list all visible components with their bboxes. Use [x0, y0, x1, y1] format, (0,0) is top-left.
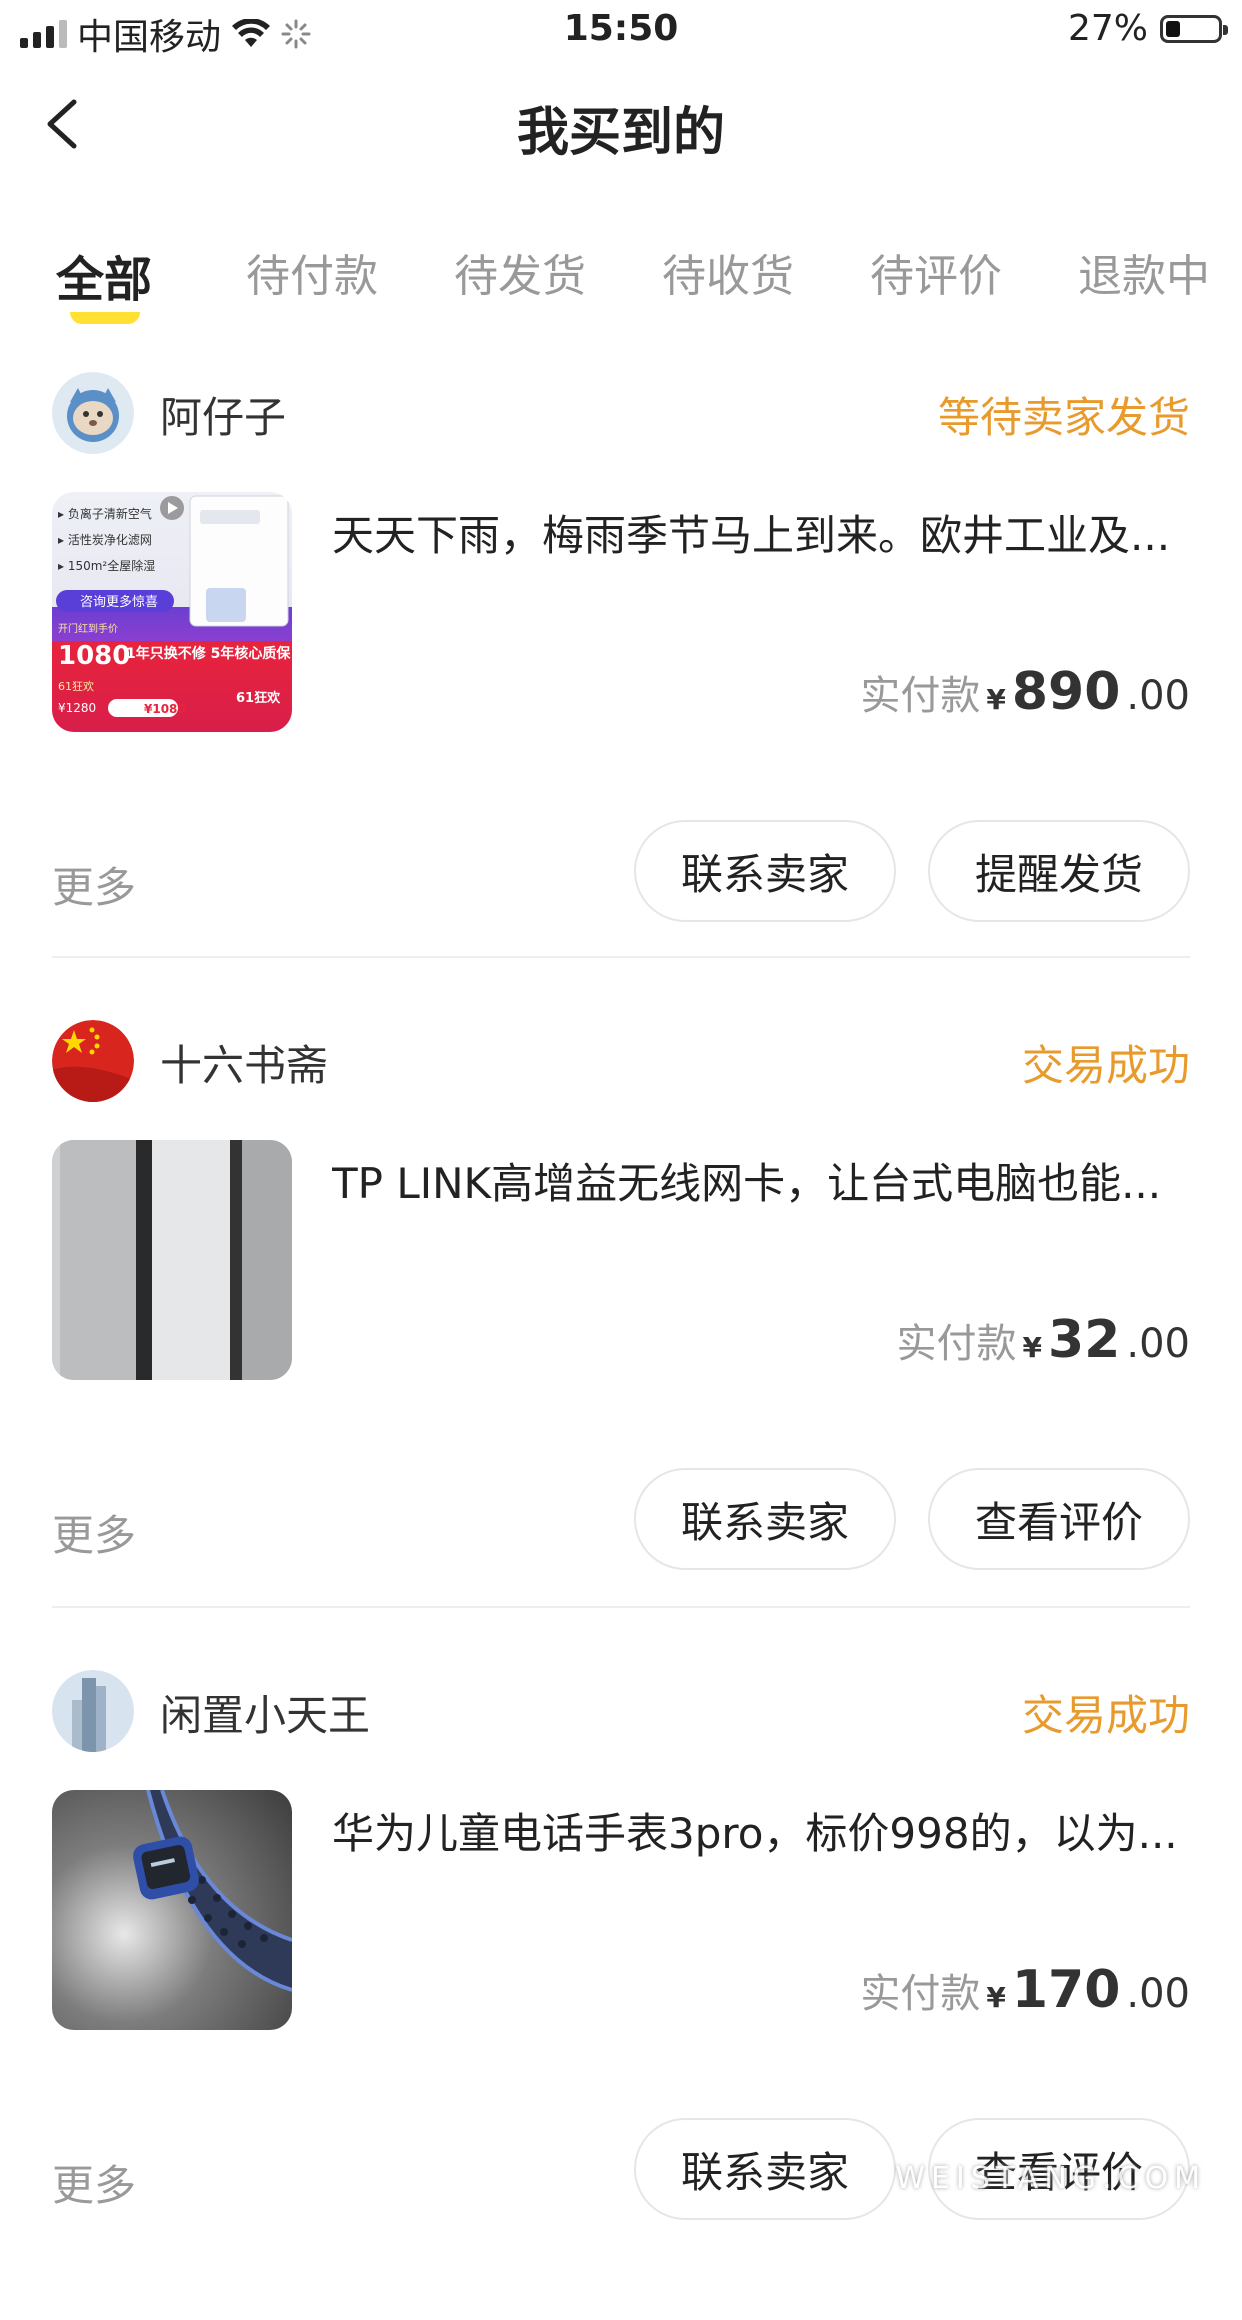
tab-pending-shipment[interactable]: 待发货: [454, 240, 586, 304]
price-integer: 890: [1011, 662, 1121, 722]
currency-symbol: ¥: [986, 1981, 1006, 2014]
currency-symbol: ¥: [1022, 1331, 1042, 1364]
seller-name[interactable]: 十六书斋: [160, 1032, 328, 1093]
more-button[interactable]: 更多: [52, 854, 136, 915]
divider: [52, 956, 1190, 958]
svg-text:咨询更多惊喜: 咨询更多惊喜: [80, 594, 158, 610]
price-label: 实付款: [860, 673, 981, 719]
tab-pending-review[interactable]: 待评价: [870, 240, 1002, 304]
seller-name[interactable]: 阿仔子: [160, 384, 286, 445]
svg-text:¥1080: ¥1080: [144, 702, 186, 716]
battery-icon: [1160, 14, 1228, 43]
svg-text:▸ 活性炭净化滤网: ▸ 活性炭净化滤网: [58, 533, 152, 547]
status-right: 27%: [1067, 8, 1228, 49]
order-card[interactable]: 阿仔子 等待卖家发货 ▸ 负离子清新空气 ▸ 活性炭净化滤网 ▸ 150m²全屋…: [0, 372, 1242, 1022]
product-title[interactable]: TP LINK高增益无线网卡，让台式电脑也能...: [332, 1150, 1188, 1211]
svg-text:▸ 150m²全屋除湿: ▸ 150m²全屋除湿: [58, 558, 155, 573]
product-thumbnail[interactable]: [52, 1140, 292, 1380]
order-status: 交易成功: [1021, 1041, 1190, 1090]
product-title[interactable]: 天天下雨，梅雨季节马上到来。欧井工业及...: [332, 502, 1188, 563]
price: 实付款 ¥ 890 .00: [860, 662, 1190, 722]
svg-text:▸ 负离子清新空气: ▸ 负离子清新空气: [58, 506, 152, 521]
svg-text:1年只换不修 5年核心质保: 1年只换不修 5年核心质保: [126, 645, 291, 662]
order-status: 交易成功: [1021, 1691, 1190, 1740]
watermark: WEISTANG.COM: [895, 2161, 1206, 2196]
seller-name[interactable]: 闲置小天王: [160, 1682, 370, 1743]
price-label: 实付款: [860, 1971, 981, 2017]
page-title: 我买到的: [516, 103, 725, 163]
svg-text:¥1280: ¥1280: [58, 701, 96, 715]
status-bar: 中国移动 15:50 27%: [0, 0, 1242, 62]
product-thumbnail[interactable]: [52, 1790, 292, 2030]
contact-seller-button[interactable]: 联系卖家: [634, 820, 896, 922]
seller-avatar[interactable]: [52, 372, 134, 454]
svg-text:61狂欢: 61狂欢: [236, 690, 281, 706]
clock: 15:50: [563, 8, 679, 49]
order-tabs: 全部 待付款 待发货 待收货 待评价 退款中: [0, 240, 1242, 350]
more-button[interactable]: 更多: [52, 2152, 136, 2213]
tab-pending-payment[interactable]: 待付款: [246, 240, 378, 304]
nav-bar: 我买到的: [0, 62, 1242, 192]
contact-seller-button[interactable]: 联系卖家: [634, 2118, 896, 2220]
tab-all[interactable]: 全部: [56, 240, 152, 310]
order-card[interactable]: 闲置小天王 交易成功 华为儿童电话手表3pro，标价998的，以为... 实付款…: [0, 1670, 1242, 2320]
tab-refunding[interactable]: 退款中: [1078, 240, 1210, 304]
price-decimal: .00: [1126, 1971, 1190, 2017]
price: 实付款 ¥ 170 .00: [860, 1960, 1190, 2020]
active-tab-indicator: [70, 312, 140, 324]
currency-symbol: ¥: [986, 683, 1006, 716]
remind-shipment-button[interactable]: 提醒发货: [928, 820, 1190, 922]
svg-text:开门红到手价: 开门红到手价: [58, 622, 118, 635]
order-card[interactable]: 十六书斋 交易成功 TP LINK高增益无线网卡，让台式电脑也能... 实付款 …: [0, 1020, 1242, 1670]
price: 实付款 ¥ 32 .00: [897, 1310, 1190, 1370]
more-button[interactable]: 更多: [52, 1502, 136, 1563]
view-review-button[interactable]: 查看评价: [928, 1468, 1190, 1570]
contact-seller-button[interactable]: 联系卖家: [634, 1468, 896, 1570]
price-label: 实付款: [896, 1321, 1017, 1367]
svg-text:61狂欢: 61狂欢: [58, 679, 94, 693]
product-title[interactable]: 华为儿童电话手表3pro，标价998的，以为...: [332, 1800, 1188, 1861]
battery-percent: 27%: [1067, 8, 1148, 49]
seller-avatar[interactable]: [52, 1670, 134, 1752]
product-thumbnail[interactable]: ▸ 负离子清新空气 ▸ 活性炭净化滤网 ▸ 150m²全屋除湿 咨询更多惊喜 开…: [52, 492, 292, 732]
order-status: 等待卖家发货: [937, 393, 1190, 442]
divider: [52, 1606, 1190, 1608]
tab-pending-receipt[interactable]: 待收货: [662, 240, 794, 304]
price-decimal: .00: [1126, 673, 1190, 719]
price-integer: 32: [1048, 1310, 1121, 1370]
price-decimal: .00: [1126, 1321, 1190, 1367]
seller-avatar[interactable]: [52, 1020, 134, 1102]
svg-text:1080: 1080: [58, 641, 130, 671]
price-integer: 170: [1011, 1960, 1121, 2020]
